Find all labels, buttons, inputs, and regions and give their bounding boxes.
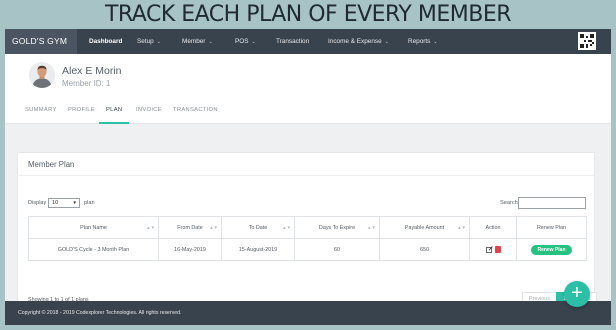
header-label: Days To Expire	[318, 224, 356, 231]
cell-plan-name: GOLD'S Cycle - 3 Month Plan	[28, 238, 159, 261]
cell-to-date: 15-August-2019	[221, 238, 295, 261]
nav-setup[interactable]: Setup ⌄	[137, 29, 161, 54]
nav-label: Setup	[137, 38, 154, 45]
sort-icon: ▲▼	[457, 225, 466, 230]
column-header-from-date[interactable]: From Date ▲▼	[158, 216, 222, 239]
cell-from-date: 16-May-2019	[158, 238, 222, 261]
chevron-down-icon: ⌄	[384, 39, 389, 45]
edit-icon[interactable]	[485, 246, 493, 253]
column-header-plan-name[interactable]: Plan Name ▲▼	[28, 216, 159, 239]
renew-plan-button[interactable]: Renew Plan	[531, 244, 572, 255]
header-label: Renew Plan	[536, 224, 567, 231]
nav-pos[interactable]: POS ⌄	[235, 29, 256, 54]
add-fab-button[interactable]: +	[564, 281, 590, 307]
active-tab-indicator	[99, 122, 129, 124]
sort-icon: ▲▼	[282, 225, 291, 230]
app-window: GOLD'S GYM Dashboard Setup ⌄ Member ⌄ POS ⌄…	[5, 29, 611, 325]
top-navigation: GOLD'S GYM Dashboard Setup ⌄ Member ⌄ POS ⌄…	[5, 29, 611, 54]
tab-plan[interactable]: PLAN	[106, 107, 122, 113]
chevron-down-icon: ⌄	[433, 39, 438, 45]
table-row: GOLD'S Cycle - 3 Month Plan 16-May-2019 …	[28, 238, 587, 261]
promo-banner-title: TRACK EACH PLAN OF EVERY MEMBER	[0, 0, 616, 29]
footer: Copyright © 2018 - 2019 Codexplorer Tech…	[5, 301, 611, 325]
cell-actions	[469, 238, 517, 261]
sort-icon: ▲▼	[367, 225, 376, 230]
sort-icon: ▲▼	[209, 225, 218, 230]
tab-transaction[interactable]: TRANSACTION	[173, 107, 218, 113]
member-id: Member ID: 1	[62, 79, 111, 88]
tab-summary[interactable]: SUMMARY	[25, 107, 57, 113]
nav-label: POS	[235, 38, 249, 45]
column-header-days-to-expire[interactable]: Days To Expire ▲▼	[294, 216, 380, 239]
column-header-payable-amount[interactable]: Payable Amount ▲▼	[379, 216, 470, 239]
cell-renew: Renew Plan	[516, 238, 587, 261]
header-label: Action	[485, 224, 501, 231]
header-label: To Date	[248, 224, 268, 231]
avatar	[29, 62, 55, 88]
nav-label: Member	[182, 38, 206, 45]
display-label: Display	[28, 200, 47, 206]
table-header-row: Plan Name ▲▼ From Date ▲▼ To Date ▲▼ Days T…	[28, 216, 587, 239]
search-label: Search:	[500, 200, 520, 206]
caret-down-icon: ▼	[72, 200, 77, 205]
nav-label: Reports	[408, 38, 431, 45]
member-profile-header: Alex E Morin Member ID: 1 SUMMARY PROFIL…	[5, 54, 611, 124]
brand-logo[interactable]: GOLD'S GYM	[5, 29, 77, 54]
column-header-to-date[interactable]: To Date ▲▼	[221, 216, 295, 239]
chevron-down-icon: ⌄	[156, 39, 161, 45]
divider	[18, 175, 594, 176]
nav-transaction[interactable]: Transaction	[276, 29, 309, 54]
header-label: From Date	[177, 224, 203, 231]
nav-label: Dashboard	[89, 38, 123, 45]
column-header-renew-plan: Renew Plan	[516, 216, 587, 239]
nav-dashboard[interactable]: Dashboard	[89, 29, 122, 54]
tab-invoice[interactable]: INVOICE	[136, 107, 162, 113]
nav-income-expense[interactable]: Income & Expense ⌄	[328, 29, 389, 54]
member-plan-card: Member Plan Display 10 ▼ plan Search: Pl…	[17, 152, 598, 313]
page-size-value: 10	[52, 200, 59, 206]
nav-label: Income & Expense	[328, 38, 382, 45]
display-suffix: plan	[84, 200, 95, 206]
card-title: Member Plan	[28, 160, 75, 169]
search-input[interactable]	[518, 197, 586, 209]
sort-icon: ▲▼	[146, 225, 155, 230]
header-label: Plan Name	[80, 224, 107, 231]
plans-table: Plan Name ▲▼ From Date ▲▼ To Date ▲▼ Days T…	[28, 216, 587, 261]
member-name: Alex E Morin	[62, 65, 122, 77]
cell-days-to-expire: 60	[294, 238, 380, 261]
qr-code-icon[interactable]	[578, 32, 596, 50]
header-label: Payable Amount	[404, 224, 445, 231]
nav-label: Transaction	[276, 38, 310, 45]
page-size-select[interactable]: 10 ▼	[48, 198, 80, 208]
column-header-action: Action	[469, 216, 517, 239]
footer-copyright: Copyright © 2018 - 2019 Codexplorer Tech…	[18, 310, 182, 316]
chevron-down-icon: ⌄	[208, 39, 213, 45]
chevron-down-icon: ⌄	[251, 39, 256, 45]
nav-member[interactable]: Member ⌄	[182, 29, 213, 54]
tab-profile[interactable]: PROFILE	[68, 107, 95, 113]
nav-reports[interactable]: Reports ⌄	[408, 29, 438, 54]
cell-payable-amount: 650	[379, 238, 470, 261]
delete-icon[interactable]	[494, 246, 501, 253]
